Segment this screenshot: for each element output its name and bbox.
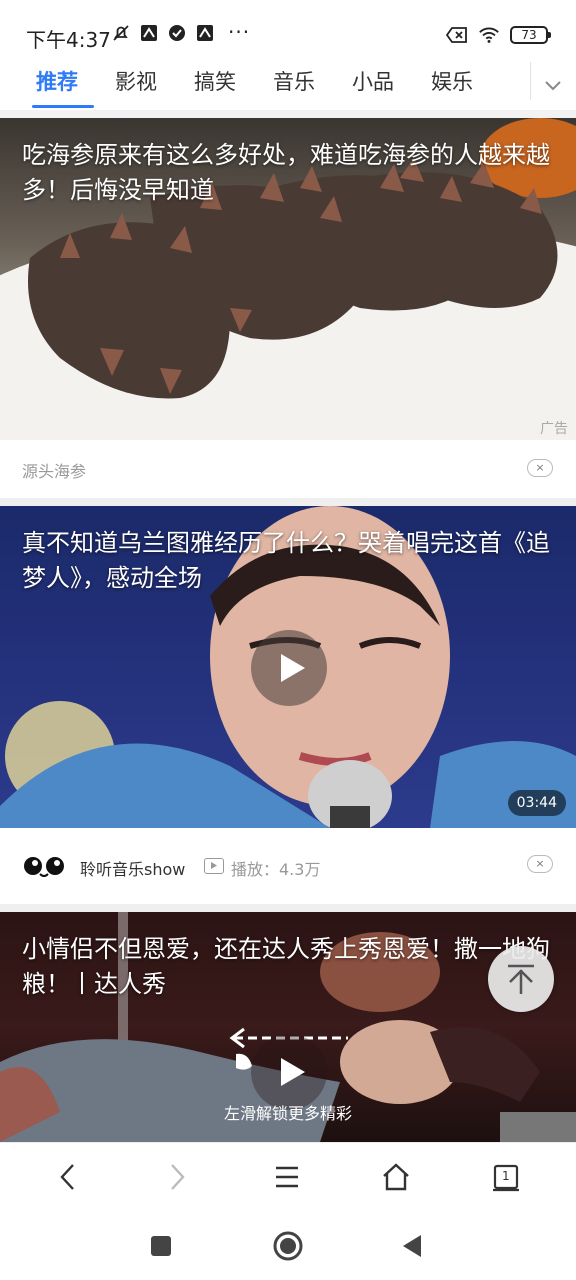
system-home-button[interactable]: [268, 1226, 308, 1266]
browser-toolbar: 1: [0, 1142, 576, 1208]
play-count-icon: [204, 858, 224, 874]
ad-image[interactable]: 吃海参原来有这么多好处，难道吃海参的人越来越多！后悔没早知道 广告: [0, 118, 576, 440]
swipe-hint: 左滑解锁更多精彩: [223, 1104, 352, 1123]
notification-icons: [110, 22, 216, 44]
video-duration: 03:44: [507, 790, 566, 816]
square-icon: [151, 1236, 171, 1256]
menu-button[interactable]: [267, 1157, 307, 1197]
battery-icon: 73: [510, 26, 551, 44]
status-bar: 下午4:37 ··· 73: [0, 0, 576, 58]
divider: [0, 110, 576, 118]
active-tab-indicator: [32, 105, 94, 108]
tab-entertainment[interactable]: 娱乐: [431, 66, 473, 96]
tab-divider: [530, 62, 531, 100]
tabs-button[interactable]: 1: [486, 1157, 526, 1197]
chevron-down-icon: [545, 81, 561, 91]
circle-icon: [273, 1231, 303, 1261]
ad-label: 广告: [540, 421, 568, 437]
system-icons: 73: [446, 24, 551, 46]
system-back-button[interactable]: [392, 1226, 432, 1266]
chevron-right-icon: [171, 1164, 185, 1190]
back-to-top-button[interactable]: [488, 946, 554, 1012]
video-title: 小情侣不但恩爱，还在达人秀上秀恩爱！撒一地狗粮！丨达人秀: [22, 935, 550, 998]
divider: [0, 498, 576, 506]
tab-funny[interactable]: 搞笑: [194, 66, 236, 96]
close-icon[interactable]: ×: [527, 459, 553, 477]
wifi-icon: [478, 24, 500, 46]
tab-count: 1: [502, 1169, 510, 1183]
tab-music[interactable]: 音乐: [273, 66, 315, 96]
app-notification-icon: [194, 22, 216, 44]
forward-button[interactable]: [157, 1157, 197, 1197]
home-icon: [383, 1163, 409, 1191]
mute-bell-icon: [110, 22, 132, 44]
category-tabs: 推荐 影视 搞笑 音乐 小品 娱乐: [0, 58, 576, 110]
ad-title: 吃海参原来有这么多好处，难道吃海参的人越来越多！后悔没早知道: [22, 141, 550, 204]
hamburger-menu-icon: [276, 1166, 298, 1188]
arrow-up-icon: [508, 964, 534, 994]
tab-recommend[interactable]: 推荐: [36, 66, 78, 96]
ad-source: 源头海参: [22, 462, 87, 481]
tab-sketch[interactable]: 小品: [352, 66, 394, 96]
video-thumbnail[interactable]: 真不知道乌兰图雅经历了什么？哭着唱完这首《追梦人》，感动全场 03:44: [0, 506, 576, 828]
triangle-back-icon: [403, 1235, 421, 1257]
system-navigation-bar: [0, 1208, 576, 1280]
tab-film[interactable]: 影视: [115, 66, 157, 96]
back-button[interactable]: [48, 1157, 88, 1197]
video-title: 真不知道乌兰图雅经历了什么？哭着唱完这首《追梦人》，感动全场: [22, 529, 550, 592]
expand-tabs-button[interactable]: [538, 70, 568, 100]
no-sim-icon: [446, 24, 468, 46]
cartoon-eyes-icon: [24, 857, 64, 877]
check-circle-icon: [166, 22, 188, 44]
close-icon[interactable]: ×: [527, 855, 553, 873]
play-button[interactable]: [251, 1034, 327, 1110]
recents-button[interactable]: [141, 1226, 181, 1266]
chevron-left-icon: [60, 1164, 74, 1190]
author-name[interactable]: 聆听音乐show: [80, 856, 185, 880]
play-count: 播放：4.3万: [231, 860, 321, 879]
app-notification-icon: [138, 22, 160, 44]
ad-footer: 源头海参 ×: [0, 440, 576, 498]
author-avatar[interactable]: [22, 854, 66, 878]
play-button[interactable]: [251, 630, 327, 706]
home-button[interactable]: [376, 1157, 416, 1197]
divider: [0, 904, 576, 912]
video-footer: 聆听音乐show 播放：4.3万 ×: [0, 828, 576, 904]
status-time: 下午4:37: [26, 28, 111, 52]
more-notifications-icon: ···: [228, 20, 251, 44]
